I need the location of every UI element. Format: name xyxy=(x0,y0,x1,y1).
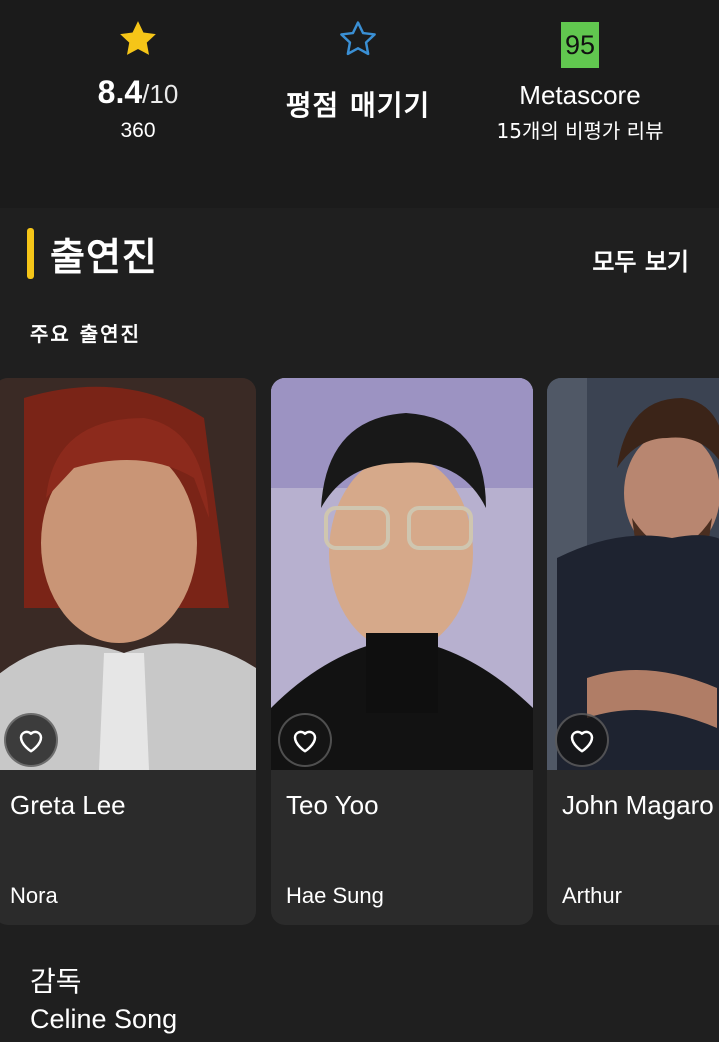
favorite-button[interactable] xyxy=(278,713,332,767)
cast-card[interactable]: Greta Lee Nora xyxy=(0,378,256,925)
metascore-badge: 95 xyxy=(561,22,599,68)
rating-votes: 360 xyxy=(120,119,156,142)
rating-value: 8.4 xyxy=(97,74,143,110)
cast-section: 출연진 모두 보기 주요 출연진 Greta Lee Nora Teo Yoo … xyxy=(0,208,719,1042)
star-outline-icon xyxy=(340,21,376,56)
cast-card[interactable]: Teo Yoo Hae Sung xyxy=(271,378,533,925)
ratings-bar: 8.4/10 360 평점 매기기 95 Metascore 15개의 비평가 … xyxy=(0,0,719,208)
actor-photo xyxy=(547,378,719,770)
favorite-button[interactable] xyxy=(4,713,58,767)
favorite-button[interactable] xyxy=(555,713,609,767)
actor-name: Greta Lee xyxy=(10,790,126,820)
top-cast-label: 주요 출연진 xyxy=(30,322,141,346)
character-name: Nora xyxy=(10,883,58,908)
star-filled-icon xyxy=(120,21,156,55)
metascore-label: Metascore xyxy=(519,80,641,110)
character-name: Arthur xyxy=(562,883,622,908)
director-label: 감독 xyxy=(30,965,82,998)
heart-outline-icon xyxy=(293,730,317,753)
heart-outline-icon xyxy=(19,730,43,753)
actor-photo xyxy=(271,378,533,770)
actor-name: John Magaro xyxy=(562,790,714,820)
rate-this-button[interactable]: 평점 매기기 xyxy=(238,18,478,124)
director-name[interactable]: Celine Song xyxy=(30,1004,177,1035)
metascore[interactable]: 95 Metascore 15개의 비평가 리뷰 xyxy=(460,18,700,144)
see-all-link[interactable]: 모두 보기 xyxy=(592,242,689,277)
actor-name: Teo Yoo xyxy=(286,790,379,820)
critic-review-count: 15개의 비평가 리뷰 xyxy=(496,119,664,143)
actor-photo xyxy=(0,378,256,770)
imdb-rating[interactable]: 8.4/10 360 xyxy=(18,18,258,143)
character-name: Hae Sung xyxy=(286,883,384,908)
section-title: 출연진 xyxy=(50,235,158,279)
rating-denominator: /10 xyxy=(142,79,179,109)
rate-label: 평점 매기기 xyxy=(285,89,431,122)
section-accent-bar xyxy=(27,228,34,279)
heart-outline-icon xyxy=(570,730,594,753)
rating-score: 8.4/10 xyxy=(18,74,258,111)
cast-card[interactable]: John Magaro Arthur xyxy=(547,378,719,925)
